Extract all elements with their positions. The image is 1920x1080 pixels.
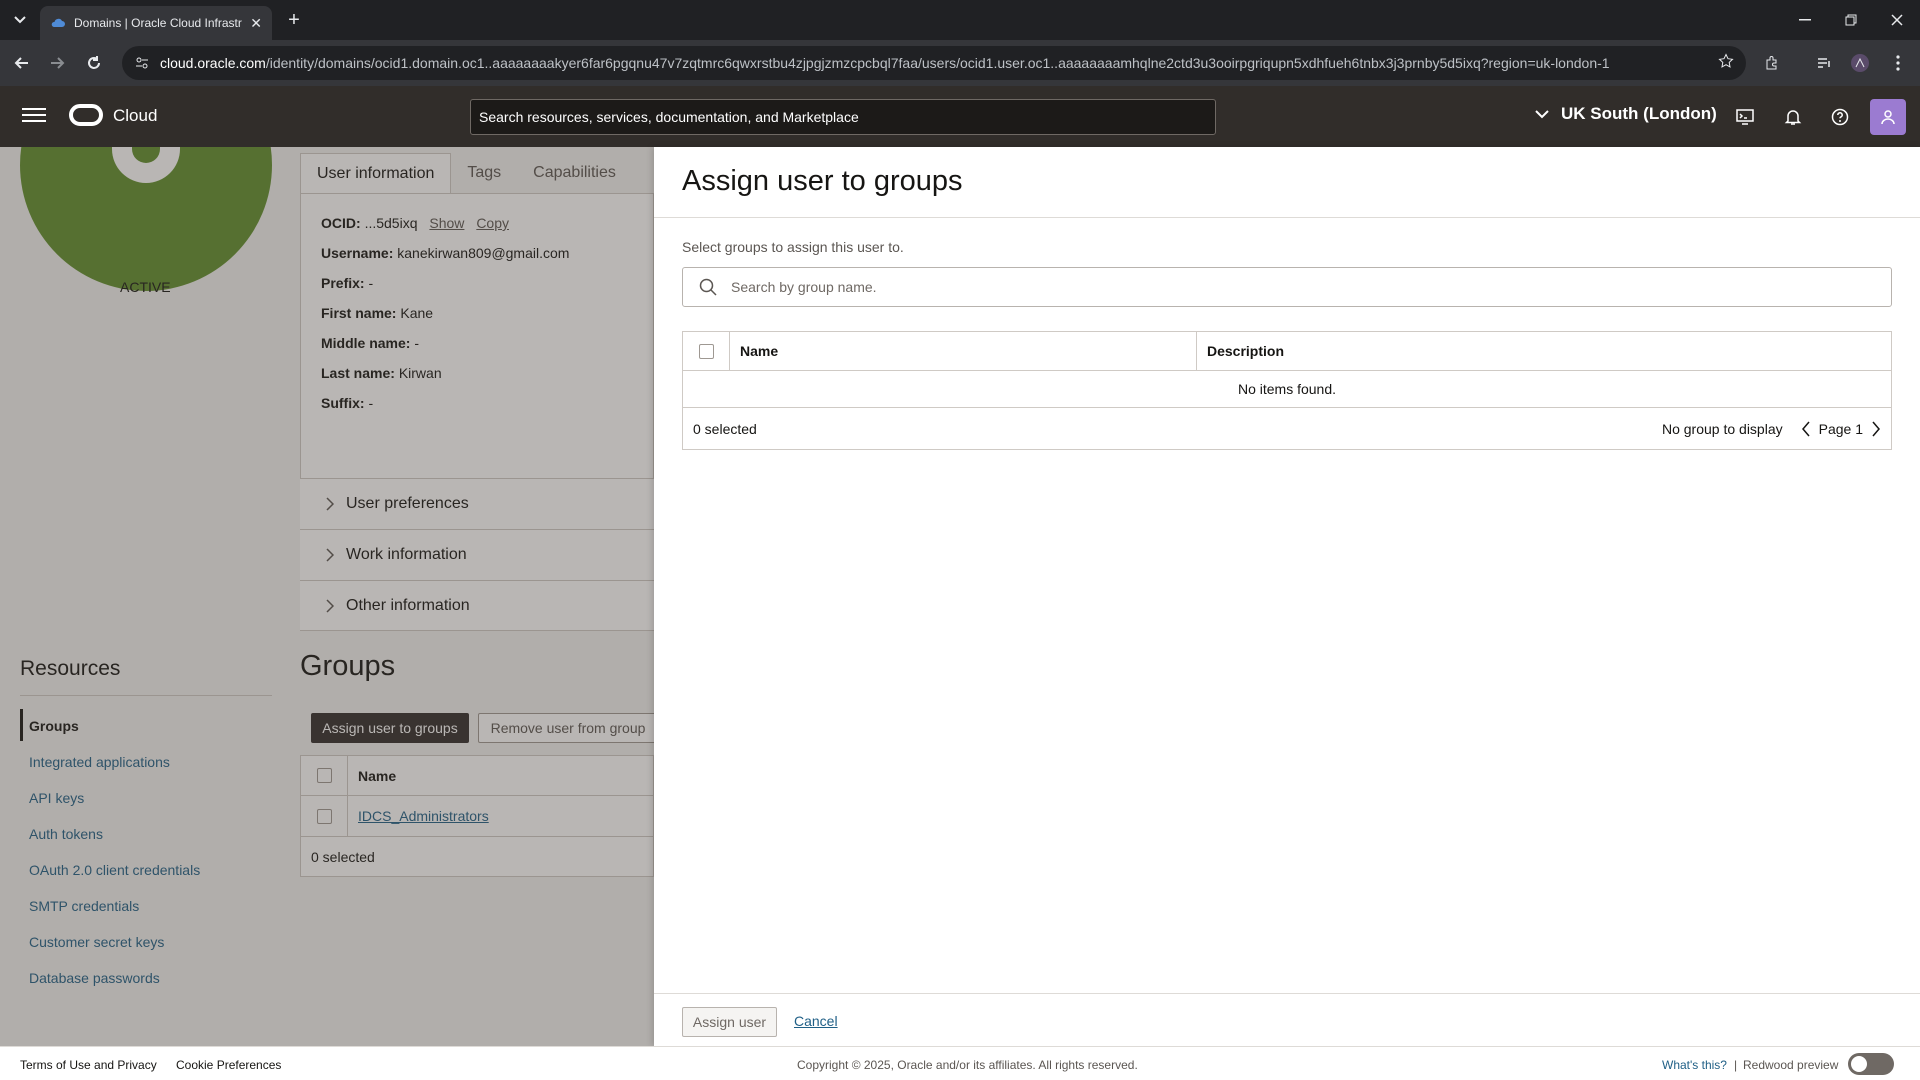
- selected-count: 0 selected: [693, 420, 757, 437]
- restore-icon[interactable]: [1828, 0, 1874, 40]
- panel-footer-divider: [654, 993, 1920, 994]
- forward-icon[interactable]: [45, 51, 69, 75]
- redwood-preview-label: Redwood preview: [1743, 1058, 1839, 1072]
- window-close-icon[interactable]: [1874, 0, 1920, 40]
- search-icon: [699, 278, 717, 296]
- profile-icon[interactable]: [1848, 51, 1872, 75]
- navigation-menu-icon[interactable]: [20, 104, 48, 128]
- browser-tab[interactable]: Domains | Oracle Cloud Infrastr ✕: [40, 6, 272, 40]
- no-group-message: No group to display: [1661, 420, 1783, 437]
- select-all-checkbox[interactable]: [698, 343, 714, 359]
- tab-search-chevron-icon[interactable]: [8, 8, 32, 32]
- chevron-down-icon: [1535, 109, 1549, 118]
- person-icon: [1881, 110, 1895, 125]
- tab-close-icon[interactable]: ✕: [250, 15, 262, 32]
- global-search-input[interactable]: Search resources, services, documentatio…: [470, 99, 1216, 135]
- modal-overlay[interactable]: [0, 147, 654, 1046]
- page-label: Page 1: [1818, 420, 1863, 437]
- whats-this-link[interactable]: What's this?: [1662, 1058, 1727, 1072]
- region-label: UK South (London): [1561, 104, 1717, 123]
- page-footer: Terms of Use and Privacy Cookie Preferen…: [0, 1046, 1920, 1080]
- media-controls-icon[interactable]: [1812, 51, 1836, 75]
- oracle-logo-icon[interactable]: [69, 104, 103, 126]
- copyright-text: Copyright © 2025, Oracle and/or its affi…: [797, 1058, 1138, 1072]
- assign-user-button[interactable]: Assign user: [682, 1007, 777, 1037]
- reload-icon[interactable]: [82, 51, 106, 75]
- panel-divider: [654, 217, 1920, 218]
- group-search-input[interactable]: Search by group name.: [682, 267, 1892, 307]
- user-avatar[interactable]: [1870, 99, 1906, 135]
- region-selector[interactable]: UK South (London): [1535, 104, 1717, 124]
- brand-label[interactable]: Cloud: [113, 106, 157, 126]
- extensions-icon[interactable]: [1760, 51, 1784, 75]
- url-path: /identity/domains/ocid1.domain.oc1..aaaa…: [265, 55, 1610, 71]
- cloud-favicon-icon: [51, 18, 65, 27]
- empty-state-message: No items found.: [683, 371, 1891, 408]
- browser-tab-bar: Domains | Oracle Cloud Infrastr ✕ +: [0, 0, 1920, 40]
- table-header: Name Description: [683, 332, 1891, 371]
- console-header: Cloud Search resources, services, docume…: [0, 86, 1920, 147]
- cloud-shell-icon[interactable]: [1734, 106, 1756, 128]
- cancel-link[interactable]: Cancel: [794, 1013, 838, 1029]
- url-text: cloud.oracle.com/identity/domains/ocid1.…: [160, 55, 1610, 71]
- notifications-bell-icon[interactable]: [1782, 106, 1804, 128]
- column-header-description[interactable]: Description: [1197, 332, 1891, 370]
- back-icon[interactable]: [10, 51, 34, 75]
- table-footer: 0 selected No group to display Page 1: [683, 408, 1891, 449]
- url-host: cloud.oracle.com: [160, 55, 266, 71]
- terms-link[interactable]: Terms of Use and Privacy: [20, 1058, 157, 1072]
- minimize-icon[interactable]: [1782, 0, 1828, 40]
- bookmark-star-icon[interactable]: [1718, 53, 1734, 72]
- previous-page-icon[interactable]: [1801, 421, 1811, 437]
- next-page-icon[interactable]: [1871, 421, 1881, 437]
- redwood-preview-toggle[interactable]: [1848, 1053, 1894, 1075]
- footer-separator: |: [1734, 1058, 1738, 1072]
- browser-menu-icon[interactable]: [1886, 51, 1910, 75]
- panel-description: Select groups to assign this user to.: [682, 239, 904, 255]
- tab-title: Domains | Oracle Cloud Infrastr: [74, 16, 242, 30]
- help-icon[interactable]: [1829, 106, 1851, 128]
- new-tab-icon[interactable]: +: [282, 8, 306, 32]
- panel-title: Assign user to groups: [682, 165, 963, 197]
- browser-toolbar: cloud.oracle.com/identity/domains/ocid1.…: [0, 40, 1920, 86]
- group-selection-table: Name Description No items found. 0 selec…: [682, 331, 1892, 450]
- pagination: Page 1: [1801, 421, 1881, 437]
- cookie-preferences-link[interactable]: Cookie Preferences: [176, 1058, 281, 1072]
- site-info-icon[interactable]: [134, 55, 150, 71]
- address-bar[interactable]: cloud.oracle.com/identity/domains/ocid1.…: [122, 46, 1746, 80]
- search-placeholder: Search by group name.: [731, 279, 877, 295]
- assign-user-to-groups-panel: Assign user to groups Select groups to a…: [654, 147, 1920, 1046]
- column-header-name[interactable]: Name: [730, 332, 1197, 370]
